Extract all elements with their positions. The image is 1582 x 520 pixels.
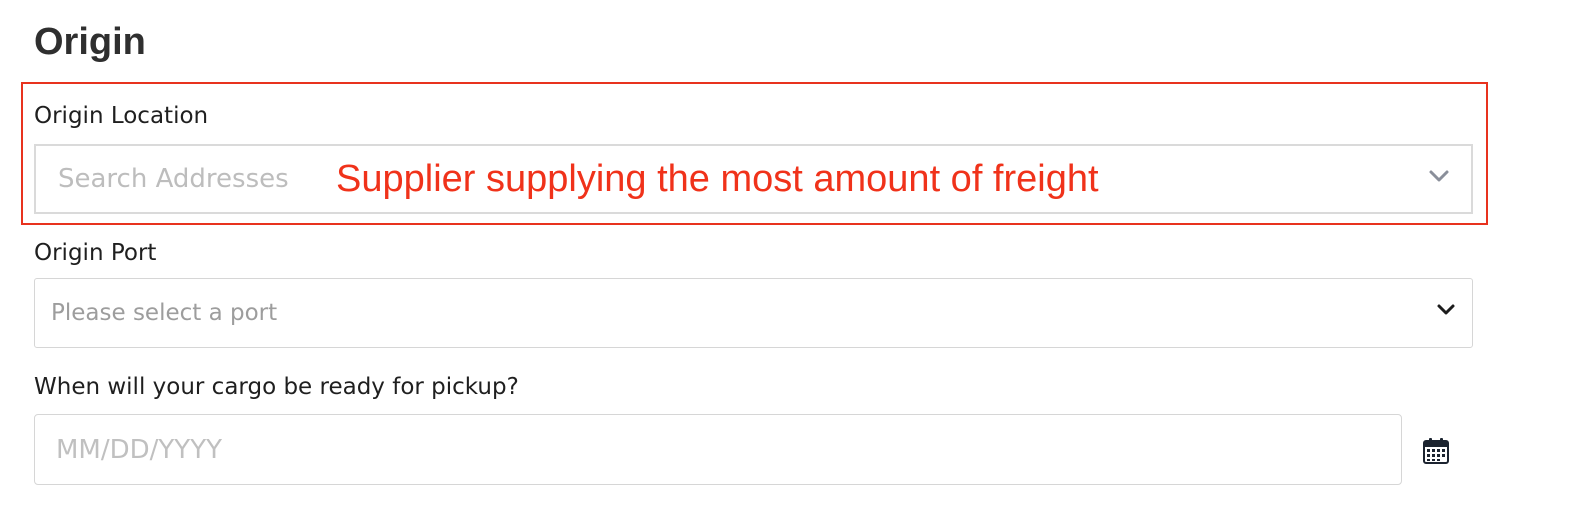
pickup-date-input[interactable]: MM/DD/YYYY bbox=[34, 414, 1402, 485]
calendar-icon[interactable] bbox=[1422, 437, 1450, 465]
annotation-note: Supplier supplying the most amount of fr… bbox=[336, 158, 1099, 200]
origin-port-placeholder: Please select a port bbox=[51, 300, 278, 326]
section-title: Origin bbox=[34, 21, 146, 63]
chevron-down-icon[interactable] bbox=[1435, 303, 1457, 317]
origin-port-label: Origin Port bbox=[34, 240, 157, 266]
pickup-date-placeholder: MM/DD/YYYY bbox=[56, 434, 222, 465]
annotation-highlight-box bbox=[21, 82, 1488, 225]
pickup-date-label: When will your cargo be ready for pickup… bbox=[34, 374, 519, 400]
origin-port-select[interactable]: Please select a port bbox=[34, 278, 1473, 348]
